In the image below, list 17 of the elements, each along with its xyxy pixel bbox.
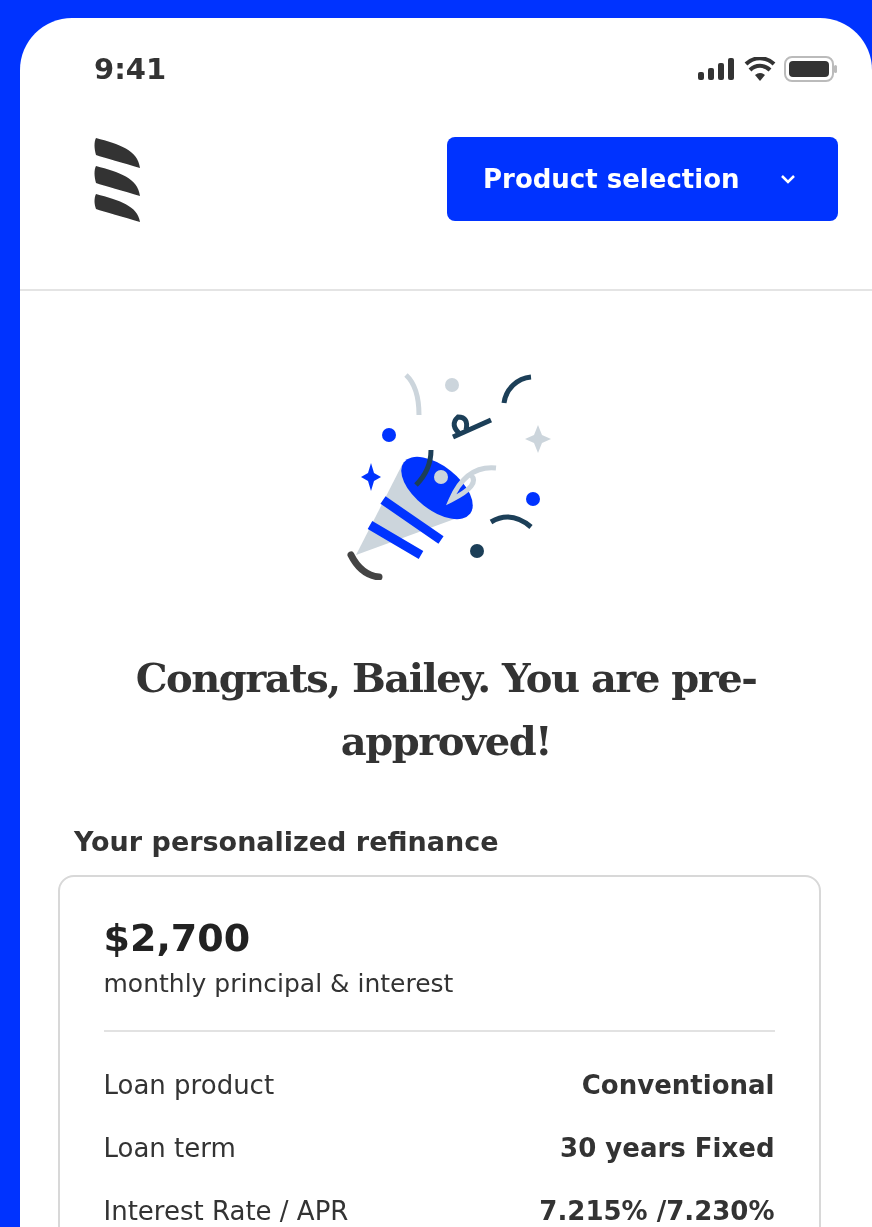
detail-value: 7.215% /7.230% — [539, 1195, 775, 1227]
payment-caption: monthly principal & interest — [103, 969, 455, 998]
detail-label: Interest Rate / APR — [103, 1195, 349, 1227]
wifi-icon — [744, 57, 776, 81]
product-selection-button[interactable]: Product selection — [447, 137, 838, 221]
signal-icon — [698, 58, 736, 80]
congrats-heading: Congrats, Bailey. You are pre-approved! — [134, 653, 758, 766]
detail-label: Loan product — [103, 1069, 275, 1102]
section-title: Your personalized refinance — [74, 826, 499, 857]
logo-icon — [94, 138, 142, 222]
payment-amount: $2,700 — [103, 915, 252, 961]
status-time: 9:41 — [94, 52, 167, 86]
detail-value: 30 years Fixed — [560, 1132, 775, 1165]
detail-value: Conventional — [581, 1069, 775, 1102]
detail-label: Loan term — [103, 1132, 236, 1165]
chevron-down-icon — [780, 174, 796, 184]
battery-icon — [784, 56, 838, 82]
